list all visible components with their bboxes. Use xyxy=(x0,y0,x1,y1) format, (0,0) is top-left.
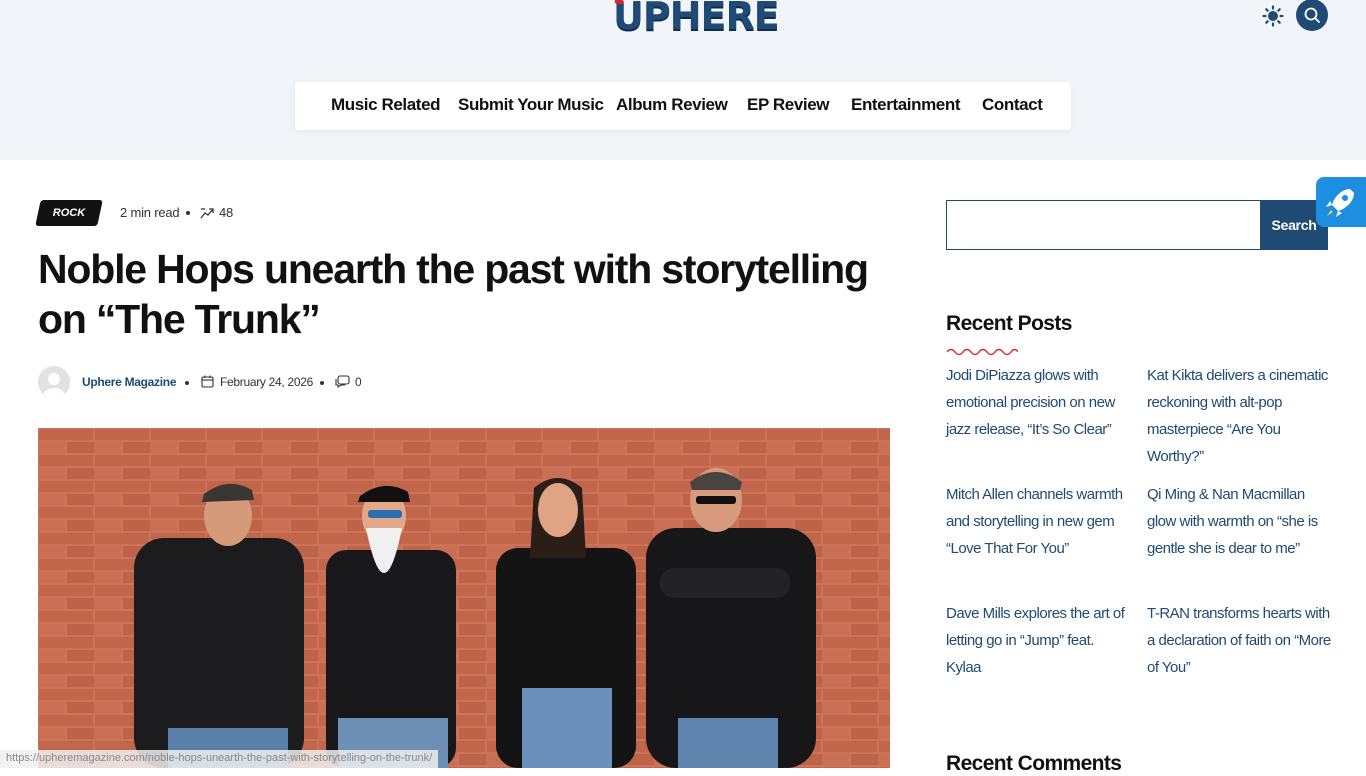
nav-contact[interactable]: Contact xyxy=(982,95,1043,115)
meta-separator xyxy=(185,381,189,385)
recent-post-link[interactable]: T-RAN transforms hearts with a declarati… xyxy=(1147,600,1332,681)
nav-music-related[interactable]: Music Related xyxy=(331,95,441,115)
recent-posts-heading: Recent Posts xyxy=(946,312,1072,335)
nav-entertainment[interactable]: Entertainment xyxy=(851,95,960,115)
recent-post-link[interactable]: Qi Ming & Nan Macmillan glow with warmth… xyxy=(1147,481,1332,562)
rocket-icon xyxy=(1326,189,1354,217)
heading-underline xyxy=(946,348,1018,356)
recent-post-link[interactable]: Kat Kikta delivers a cinematic reckoning… xyxy=(1147,362,1332,470)
publish-date: February 24, 2026 xyxy=(220,375,313,389)
avatar-placeholder-icon xyxy=(38,366,70,398)
nav-submit-your-music[interactable]: Submit Your Music xyxy=(458,95,604,115)
trend-icon xyxy=(200,208,214,219)
header-search-button[interactable] xyxy=(1296,0,1328,31)
search-icon xyxy=(1304,7,1320,23)
sun-icon[interactable] xyxy=(1262,5,1284,27)
author-avatar[interactable] xyxy=(38,366,70,398)
view-count: 48 xyxy=(219,205,234,220)
recent-comments-heading: Recent Comments xyxy=(946,752,1122,775)
nav-album-review[interactable]: Album Review xyxy=(616,95,728,115)
site-logo[interactable]: UPHERE xyxy=(613,0,780,40)
main-nav: Music Related Submit Your Music Album Re… xyxy=(295,82,1071,130)
author-name[interactable]: Uphere Magazine xyxy=(82,375,177,389)
calendar-icon xyxy=(201,375,214,388)
article-hero-image xyxy=(38,428,890,768)
comment-count[interactable]: 0 xyxy=(355,375,362,389)
meta-separator xyxy=(320,381,324,385)
nav-ep-review[interactable]: EP Review xyxy=(747,95,829,115)
category-badge[interactable]: ROCK xyxy=(35,200,103,226)
meta-separator xyxy=(186,211,190,215)
rocket-button[interactable] xyxy=(1316,177,1366,227)
read-time: 2 min read xyxy=(120,205,180,220)
site-header: UPHERE Music Related Submit Your Music A… xyxy=(0,0,1366,160)
sidebar-search-input[interactable] xyxy=(946,200,1261,250)
recent-post-link[interactable]: Mitch Allen channels warmth and storytel… xyxy=(946,481,1131,562)
recent-post-link[interactable]: Dave Mills explores the art of letting g… xyxy=(946,600,1131,681)
article-title: Noble Hops unearth the past with storyte… xyxy=(38,246,869,342)
band-photo xyxy=(38,428,890,768)
recent-post-link[interactable]: Jodi DiPiazza glows with emotional preci… xyxy=(946,362,1131,443)
status-bar-url: https://upheremagazine.com/noble-hops-un… xyxy=(0,750,439,768)
comment-icon xyxy=(335,375,350,388)
